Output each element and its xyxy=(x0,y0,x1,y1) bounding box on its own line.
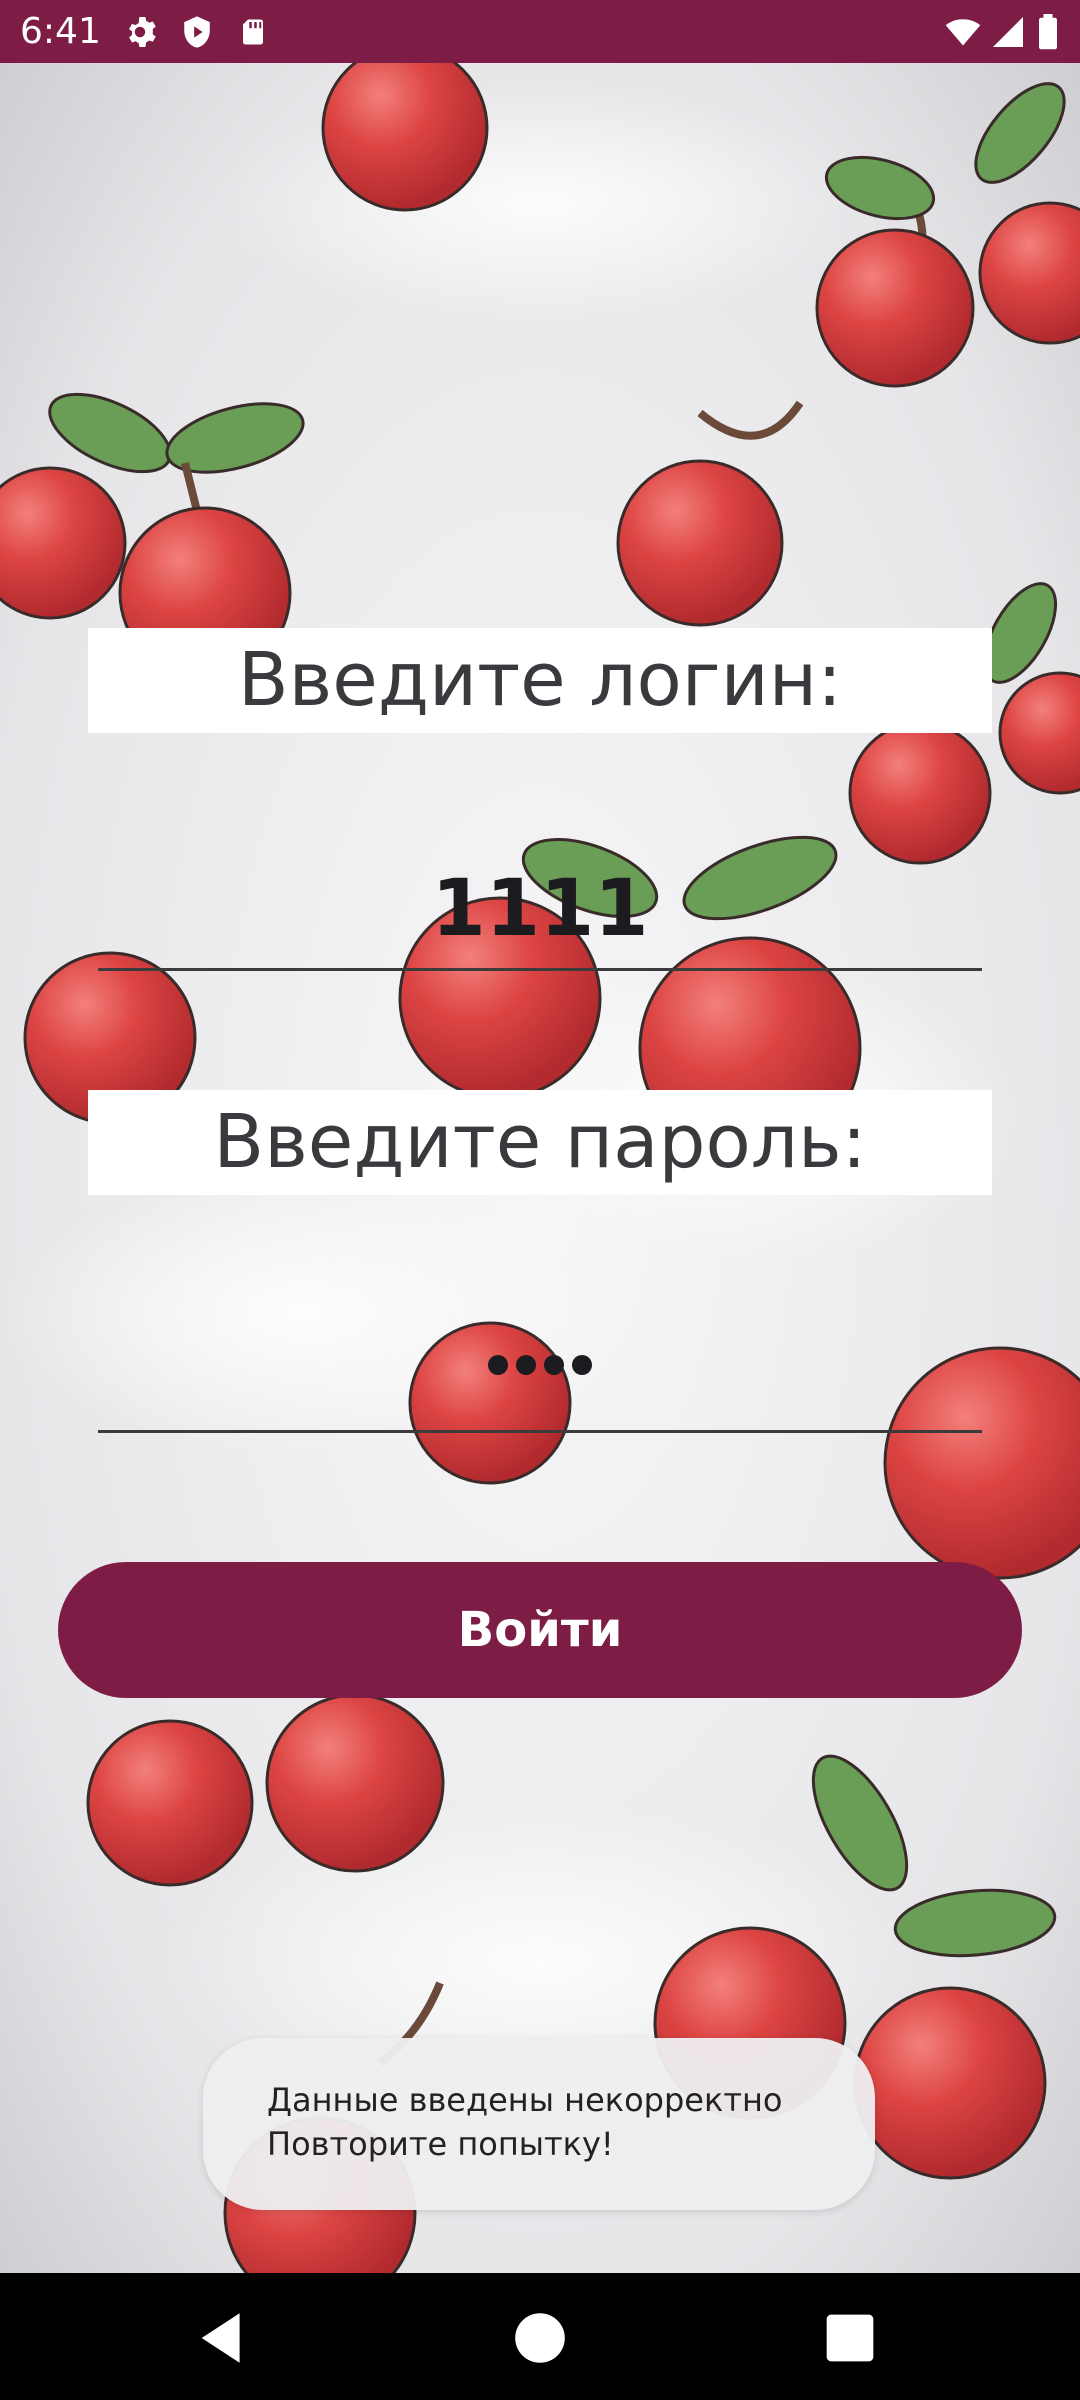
toast-line-1: Данные введены некорректно xyxy=(267,2081,783,2119)
shield-play-icon xyxy=(184,16,210,48)
password-input[interactable] xyxy=(98,1315,982,1433)
recents-icon[interactable] xyxy=(815,2303,885,2373)
status-bar: 6:41 xyxy=(0,0,1080,63)
password-dot xyxy=(544,1355,564,1375)
signal-icon xyxy=(993,17,1023,47)
login-button[interactable]: Войти xyxy=(58,1562,1022,1698)
status-time: 6:41 xyxy=(20,11,101,52)
gear-icon xyxy=(129,17,156,47)
wifi-icon xyxy=(945,19,981,46)
password-mask xyxy=(98,1355,982,1379)
navigation-bar xyxy=(0,2273,1080,2400)
password-dot xyxy=(516,1355,536,1375)
home-icon[interactable] xyxy=(505,2303,575,2373)
login-label: Введите логин: xyxy=(88,628,992,733)
password-dot xyxy=(572,1355,592,1375)
toast-line-2: Повторите попытку! xyxy=(267,2125,614,2163)
login-screen: 6:41 Введите логин: 1111 Введите пароль: xyxy=(0,0,1080,2400)
battery-icon xyxy=(1039,14,1057,50)
toast-message: Данные введены некорректно Повторите поп… xyxy=(267,2078,782,2166)
password-label: Введите пароль: xyxy=(88,1090,992,1195)
login-input[interactable]: 1111 xyxy=(98,850,982,971)
back-icon[interactable] xyxy=(190,2303,260,2373)
error-toast: Данные введены некорректно Повторите поп… xyxy=(203,2038,875,2210)
sd-card-icon xyxy=(243,19,263,45)
password-dot xyxy=(488,1355,508,1375)
